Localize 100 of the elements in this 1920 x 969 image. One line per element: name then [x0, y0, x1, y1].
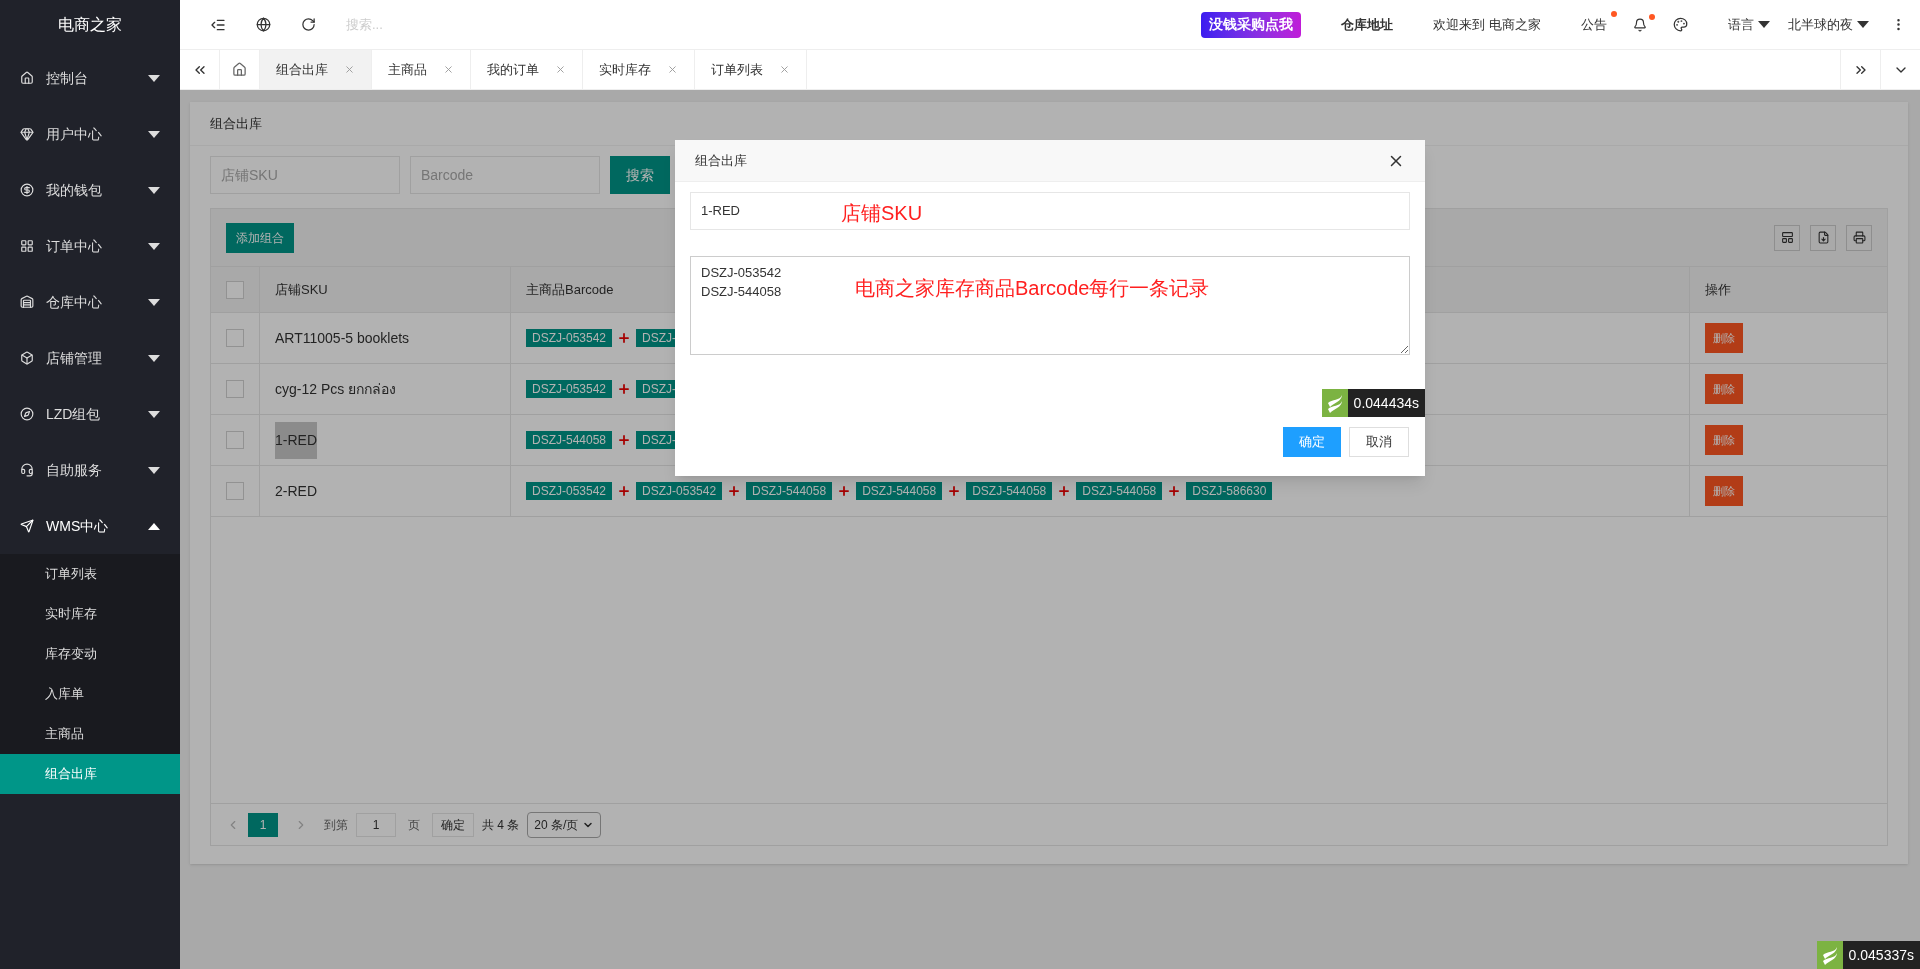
- home-icon: [232, 62, 247, 77]
- plus-icon: [617, 382, 632, 396]
- goto-label: 到第: [324, 816, 348, 834]
- filter-field[interactable]: Barcode: [410, 156, 600, 194]
- columns-button[interactable]: [1774, 224, 1800, 251]
- plus-icon: [727, 484, 742, 498]
- barcode-tag: DSZJ-544058: [1076, 482, 1163, 500]
- column-header: 主商品Barcode: [526, 280, 614, 299]
- plus-icon: [617, 433, 632, 447]
- sidebar-item[interactable]: 仓库中心: [0, 274, 180, 330]
- cube-icon: [20, 351, 34, 365]
- language-dropdown[interactable]: 语言: [1728, 14, 1770, 35]
- checkbox[interactable]: [226, 482, 244, 500]
- sidebar-item[interactable]: 用户中心: [0, 106, 180, 162]
- plus-icon: [1057, 484, 1072, 498]
- barcode-tag: DSZJ-544058: [526, 431, 613, 449]
- cancel-button[interactable]: 取消: [1349, 427, 1409, 457]
- sidebar-item[interactable]: 店铺管理: [0, 330, 180, 386]
- barcode-tag: DSZJ-053542: [526, 380, 613, 398]
- checkbox[interactable]: [226, 329, 244, 347]
- plus-icon: [617, 484, 632, 498]
- barcode-tag: DSZJ-053542: [636, 482, 723, 500]
- sku-cell: 1-RED: [275, 421, 317, 459]
- timing-badge: 0.044434s: [1347, 389, 1425, 417]
- columns-icon: [1780, 231, 1794, 244]
- coin-icon: [20, 183, 34, 197]
- caret-down-icon: [148, 466, 160, 474]
- refresh-icon[interactable]: [301, 17, 316, 32]
- timing-badge: 0.045337s: [1842, 941, 1920, 969]
- sidebar-subitem[interactable]: 入库单: [0, 674, 180, 714]
- app-logo: 电商之家: [58, 15, 122, 35]
- checkbox[interactable]: [226, 431, 244, 449]
- column-header: 操作: [1705, 280, 1731, 299]
- annotation-text: 电商之家库存商品Barcode每行一条记录: [855, 276, 1210, 301]
- welcome-text: 欢迎来到 电商之家: [1433, 15, 1541, 34]
- plus-icon: [947, 484, 962, 498]
- barcode-tag: DSZJ-544058: [966, 482, 1053, 500]
- plus-icon: [617, 331, 632, 345]
- barcode-tag: DSZJ-053542: [526, 329, 613, 347]
- caret-down-icon: [148, 74, 160, 82]
- user-dropdown[interactable]: 北半球的夜: [1788, 14, 1869, 35]
- gem-icon: [20, 127, 34, 141]
- page-tab[interactable]: 组合出库: [260, 50, 372, 89]
- caret-down-icon: [1857, 21, 1869, 28]
- sidebar-item[interactable]: 我的钱包: [0, 162, 180, 218]
- notice-link[interactable]: 公告: [1581, 17, 1607, 32]
- sidebar-item[interactable]: 控制台: [0, 50, 180, 106]
- sidebar-item[interactable]: 自助服务: [0, 442, 180, 498]
- barcode-tag: DSZJ-544058: [746, 482, 833, 500]
- caret-down-icon: [148, 186, 160, 194]
- grid-icon: [20, 239, 34, 253]
- checkbox[interactable]: [226, 280, 244, 299]
- sidebar-item[interactable]: WMS中心: [0, 498, 180, 554]
- logo-icon: [1816, 941, 1843, 969]
- total-count: 共 4 条: [482, 816, 520, 834]
- barcode-tag: DSZJ-053542: [526, 482, 613, 500]
- checkbox[interactable]: [226, 380, 244, 398]
- page-size-select[interactable]: 20 条/页: [527, 811, 602, 838]
- warehouse-icon: [20, 295, 34, 309]
- page-input[interactable]: 1: [356, 812, 396, 837]
- sidebar-item[interactable]: LZD组包: [0, 386, 180, 442]
- filter-field[interactable]: 店铺SKU: [210, 156, 400, 194]
- sidebar-subitem[interactable]: 主商品: [0, 714, 180, 754]
- print-icon: [1852, 231, 1866, 244]
- sidebar-subitem[interactable]: 实时库存: [0, 594, 180, 634]
- compass-icon: [20, 407, 34, 421]
- promo-banner[interactable]: 没钱采购点我: [1201, 11, 1302, 38]
- caret-down-icon: [148, 410, 160, 418]
- plus-icon: [837, 484, 852, 498]
- sidebar-subitem[interactable]: 组合出库: [0, 754, 180, 794]
- headset-icon: [20, 463, 34, 477]
- export-icon: [1816, 231, 1830, 244]
- modal-title: 组合出库: [695, 151, 748, 170]
- caret-down-icon: [148, 354, 160, 362]
- palette-icon[interactable]: [1673, 17, 1688, 32]
- logo-icon: [1321, 389, 1348, 417]
- globe-icon[interactable]: [256, 17, 271, 32]
- goto-button[interactable]: 确定: [432, 812, 474, 837]
- caret-down-icon: [148, 298, 160, 306]
- print-button[interactable]: [1846, 224, 1872, 251]
- caret-down-icon: [148, 242, 160, 250]
- caret-up-icon: [148, 522, 160, 530]
- page-title: 组合出库: [210, 114, 262, 133]
- sku-cell-text: 2-RED: [275, 481, 317, 501]
- bell-icon[interactable]: [1633, 17, 1647, 32]
- page-unit: 页: [408, 816, 420, 834]
- sku-field[interactable]: 1-RED 店铺SKU: [690, 192, 1410, 230]
- barcode-tag: DSZJ-586630: [1186, 482, 1273, 500]
- home-icon: [20, 71, 34, 85]
- export-button[interactable]: [1810, 224, 1836, 251]
- caret-down-icon: [148, 130, 160, 138]
- sidebar-item[interactable]: 订单中心: [0, 218, 180, 274]
- sku-cell-text: ART11005-5 booklets: [275, 328, 410, 348]
- warehouse-link[interactable]: 仓库地址: [1341, 14, 1394, 35]
- sidebar-subitem[interactable]: 库存变动: [0, 634, 180, 674]
- annotation-text: 店铺SKU: [841, 201, 923, 226]
- plus-icon: [1167, 484, 1182, 498]
- barcode-tag: DSZJ-544058: [856, 482, 943, 500]
- sidebar-subitem[interactable]: 订单列表: [0, 554, 180, 594]
- sku-cell-text: cyg-12 Pcs ยกกล่อง: [275, 379, 397, 399]
